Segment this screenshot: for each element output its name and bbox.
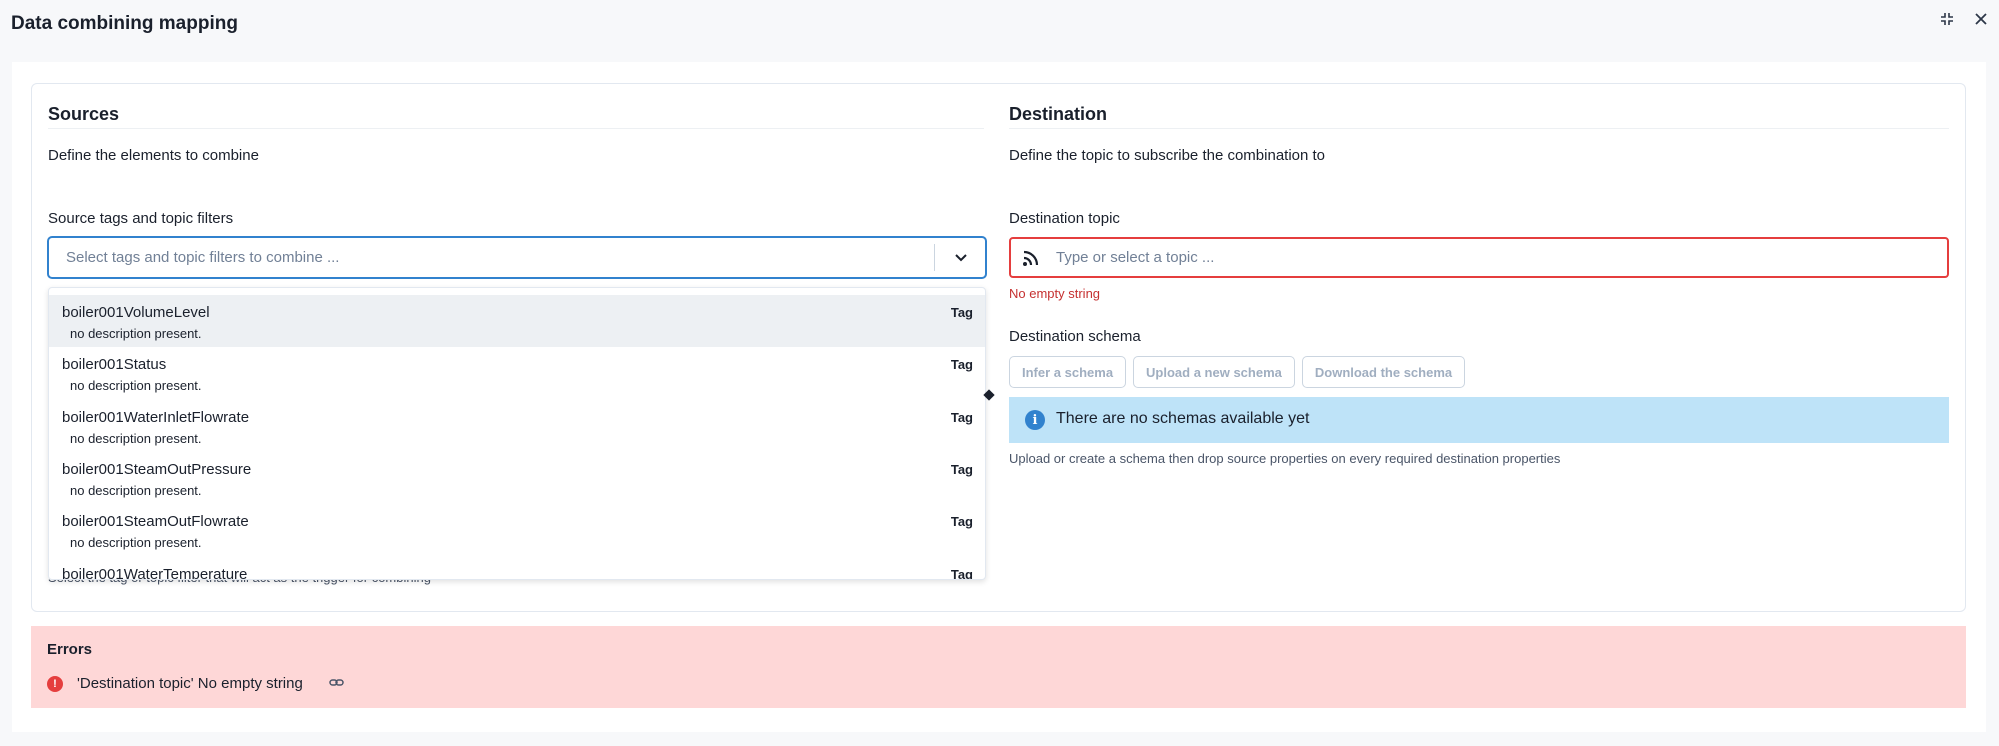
sources-title: Sources: [48, 104, 120, 124]
alert-message: There are no schemas available yet: [1056, 410, 1310, 427]
download-schema-button[interactable]: Download the schema: [1301, 356, 1466, 388]
option-kind: Tag: [950, 462, 973, 477]
option-description: no description present.: [70, 326, 202, 341]
option-name: boiler001VolumeLevel: [62, 304, 210, 321]
destination-title: Destination: [1009, 104, 1108, 124]
option-name: boiler001WaterInletFlowrate: [62, 409, 250, 426]
select-divider: [934, 244, 935, 271]
option-name: boiler001SteamOutPressure: [62, 461, 252, 478]
option-kind: Tag: [950, 514, 973, 529]
info-icon: i: [1025, 410, 1045, 430]
option-item[interactable]: boiler001WaterTemperature Tag: [49, 557, 985, 580]
upload-schema-button[interactable]: Upload a new schema: [1133, 356, 1295, 388]
option-item[interactable]: boiler001Status no description present. …: [49, 347, 985, 399]
source-select-placeholder: Select tags and topic filters to combine…: [66, 249, 340, 266]
link-icon[interactable]: [329, 676, 345, 690]
errors-title: Errors: [47, 641, 93, 658]
option-description: no description present.: [70, 378, 202, 393]
option-kind: Tag: [950, 357, 973, 372]
option-name: boiler001Status: [62, 356, 167, 373]
option-kind: Tag: [950, 567, 973, 580]
destination-divider: [1009, 128, 1949, 129]
destination-description: Define the topic to subscribe the combin…: [1009, 147, 1326, 164]
source-field-label: Source tags and topic filters: [48, 210, 234, 227]
destination-topic-label: Destination topic: [1009, 210, 1120, 227]
option-description: no description present.: [70, 535, 202, 550]
option-item[interactable]: boiler001WaterInletFlowrate no descripti…: [49, 400, 985, 452]
no-schema-alert: i There are no schemas available yet: [1009, 397, 1949, 443]
collapse-icon[interactable]: [1936, 8, 1958, 30]
schema-actions: Infer a schema Upload a new schema Downl…: [1009, 356, 1466, 388]
option-item[interactable]: boiler001SteamOutPressure no description…: [49, 452, 985, 504]
error-message: 'Destination topic' No empty string: [77, 675, 303, 692]
source-tags-select[interactable]: Select tags and topic filters to combine…: [48, 237, 986, 278]
sources-description: Define the elements to combine: [48, 147, 259, 164]
chevron-down-icon[interactable]: [951, 249, 971, 267]
rss-feed-icon: [1022, 249, 1040, 267]
option-kind: Tag: [950, 410, 973, 425]
destination-schema-label: Destination schema: [1009, 328, 1141, 345]
option-item[interactable]: boiler001SteamOutFlowrate no description…: [49, 504, 985, 556]
source-options-list: boiler001VolumeLevel no description pres…: [48, 287, 986, 580]
close-icon[interactable]: [1970, 8, 1992, 30]
infer-schema-button[interactable]: Infer a schema: [1009, 356, 1127, 388]
option-kind: Tag: [950, 305, 973, 320]
errors-panel: Errors ! 'Destination topic' No empty st…: [31, 626, 1966, 708]
dialog-title: Data combining mapping: [11, 13, 238, 34]
topic-error-text: No empty string: [1009, 286, 1101, 301]
option-item[interactable]: boiler001VolumeLevel no description pres…: [49, 295, 985, 347]
option-description: no description present.: [70, 483, 202, 498]
option-name: boiler001SteamOutFlowrate: [62, 513, 249, 530]
error-icon: !: [47, 676, 63, 692]
option-description: no description present.: [70, 431, 202, 446]
schema-hint-text: Upload or create a schema then drop sour…: [1009, 451, 1561, 466]
option-name: boiler001WaterTemperature: [62, 566, 248, 580]
topic-placeholder: Type or select a topic ...: [1056, 249, 1215, 266]
sources-divider: [48, 128, 984, 129]
destination-topic-input[interactable]: Type or select a topic ...: [1009, 237, 1949, 278]
